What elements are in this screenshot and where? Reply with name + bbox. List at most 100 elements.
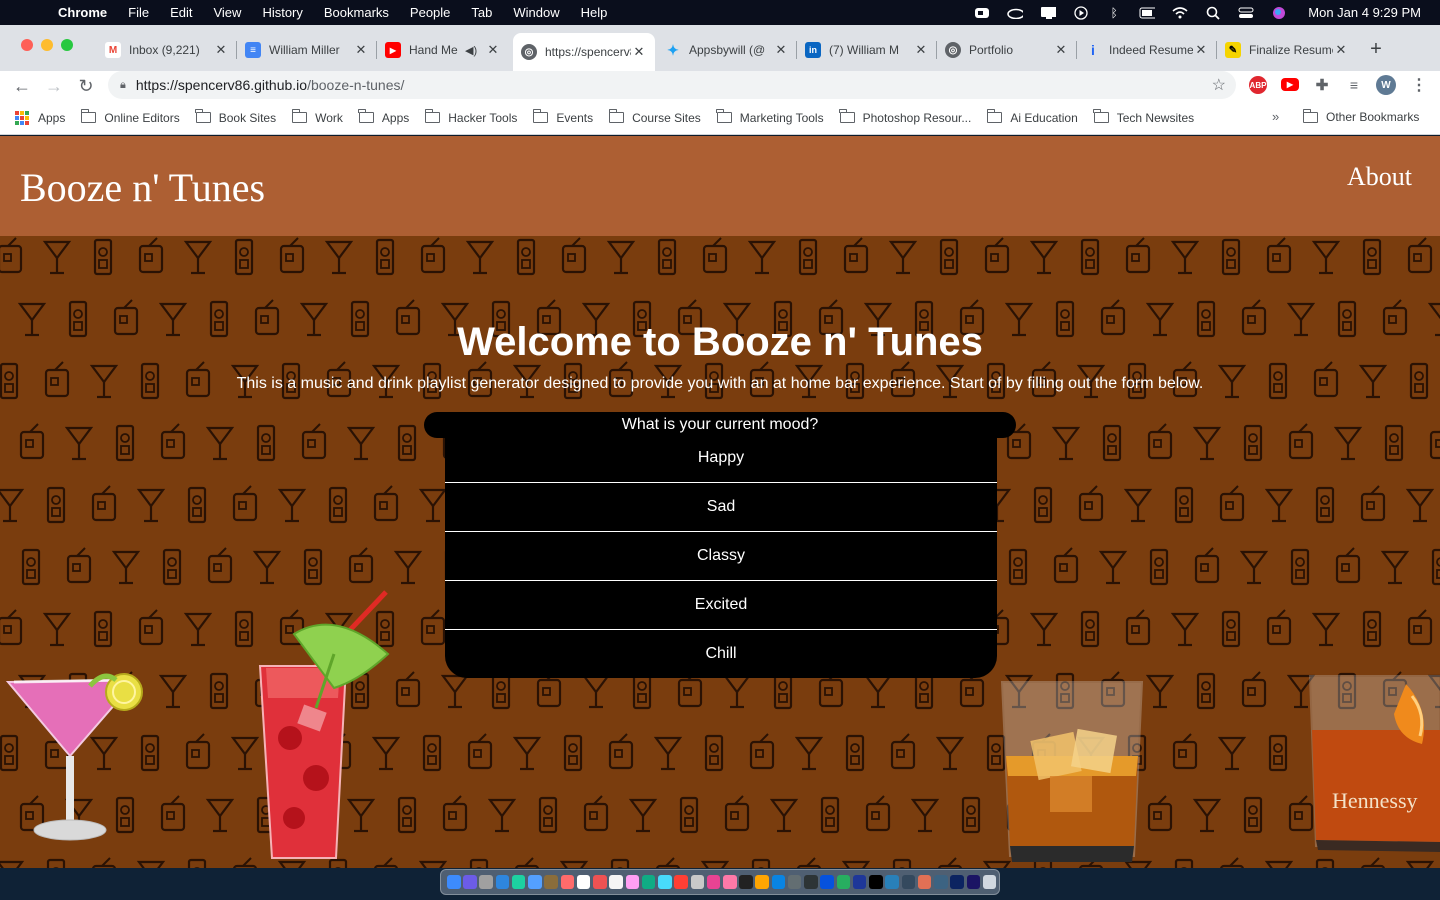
- display-icon[interactable]: [1040, 6, 1057, 20]
- mood-option-chill[interactable]: Chill: [445, 630, 997, 678]
- bookmark-folder-marketing-tools[interactable]: Marketing Tools: [716, 109, 824, 125]
- tab-close-icon[interactable]: ✕: [913, 42, 929, 58]
- dock-app-icon[interactable]: [901, 875, 916, 889]
- dock-app-icon[interactable]: [836, 875, 851, 889]
- dock-app-icon[interactable]: [447, 875, 461, 889]
- bookmark-folder-work[interactable]: Work: [291, 109, 343, 125]
- bookmark-star-icon[interactable]: ☆: [1212, 75, 1226, 95]
- bookmark-folder-apps[interactable]: Apps: [358, 109, 409, 125]
- tab-finalize-resume[interactable]: ✎ Finalize Resume ✕: [1217, 33, 1357, 67]
- bookmark-folder-photoshop-resources[interactable]: Photoshop Resour...: [839, 109, 971, 125]
- nav-about-link[interactable]: About: [1347, 162, 1412, 192]
- menu-view[interactable]: View: [213, 5, 241, 20]
- bookmark-folder-hacker-tools[interactable]: Hacker Tools: [424, 109, 517, 125]
- youtube-extension-icon[interactable]: ▶: [1281, 78, 1299, 91]
- bookmark-folder-tech-newsites[interactable]: Tech Newsites: [1093, 109, 1194, 125]
- profile-avatar[interactable]: W: [1376, 75, 1396, 95]
- tab-youtube[interactable]: ▶ Hand Me ◀) ✕: [377, 33, 517, 67]
- dock-app-icon[interactable]: [463, 875, 477, 889]
- dock-app-icon[interactable]: [593, 875, 607, 889]
- bookmark-folder-ai-education[interactable]: Ai Education: [986, 109, 1078, 125]
- zoom-icon[interactable]: [974, 6, 990, 20]
- minimize-window-button[interactable]: [41, 39, 53, 51]
- tab-close-icon[interactable]: ✕: [1053, 42, 1069, 58]
- menu-window[interactable]: Window: [513, 5, 559, 20]
- dock-app-icon[interactable]: [641, 875, 656, 889]
- bookmark-folder-events[interactable]: Events: [532, 109, 593, 125]
- tab-close-icon[interactable]: ✕: [773, 42, 789, 58]
- siri-icon[interactable]: [1271, 6, 1287, 20]
- dock-app-icon[interactable]: [528, 875, 542, 889]
- dock-app-icon[interactable]: [511, 875, 526, 889]
- adblock-extension-icon[interactable]: ABP: [1249, 76, 1267, 94]
- tab-gmail[interactable]: M Inbox (9,221) ✕: [97, 33, 237, 67]
- dock-app-icon[interactable]: [495, 875, 510, 889]
- menu-bookmarks[interactable]: Bookmarks: [324, 5, 389, 20]
- extensions-puzzle-icon[interactable]: ✚: [1313, 76, 1331, 94]
- reload-icon[interactable]: ↻: [75, 75, 97, 97]
- wifi-icon[interactable]: [1172, 6, 1188, 20]
- mood-option-classy[interactable]: Classy: [445, 532, 997, 580]
- tab-linkedin[interactable]: in (7) William M ✕: [797, 33, 937, 67]
- tab-close-icon[interactable]: ✕: [353, 42, 369, 58]
- dock-app-icon[interactable]: [982, 875, 997, 889]
- address-bar[interactable]: 🔒︎ https://spencerv86.github.io/booze-n-…: [108, 71, 1236, 99]
- dock-app-icon[interactable]: [576, 875, 591, 889]
- bookmark-apps[interactable]: Apps: [15, 110, 65, 125]
- dock-app-icon[interactable]: [966, 875, 981, 889]
- dock-app-icon[interactable]: [674, 875, 688, 889]
- tab-close-icon[interactable]: ✕: [485, 42, 501, 58]
- lock-icon[interactable]: 🔒︎: [120, 79, 126, 92]
- dock-app-icon[interactable]: [885, 875, 899, 889]
- tab-close-icon[interactable]: ✕: [213, 42, 229, 58]
- dock-app-icon[interactable]: [479, 875, 494, 889]
- dock-app-icon[interactable]: [820, 875, 834, 889]
- menu-help[interactable]: Help: [581, 5, 608, 20]
- speaker-icon[interactable]: ◀): [465, 44, 485, 57]
- dock-app-icon[interactable]: [852, 875, 867, 889]
- back-arrow-icon[interactable]: ←: [11, 75, 33, 97]
- dock-app-icon[interactable]: [658, 875, 672, 889]
- bookmark-folder-book-sites[interactable]: Book Sites: [195, 109, 276, 125]
- battery-icon[interactable]: [1139, 6, 1156, 20]
- spotlight-search-icon[interactable]: [1205, 6, 1221, 20]
- tab-close-icon[interactable]: ✕: [631, 44, 647, 60]
- menu-tab[interactable]: Tab: [471, 5, 492, 20]
- bookmark-folder-other[interactable]: Other Bookmarks: [1302, 108, 1419, 124]
- dock-app-icon[interactable]: [934, 875, 948, 889]
- close-window-button[interactable]: [21, 39, 33, 51]
- dock-app-icon[interactable]: [950, 875, 964, 889]
- tab-indeed[interactable]: i Indeed Resume ✕: [1077, 33, 1217, 67]
- mood-option-excited[interactable]: Excited: [445, 581, 997, 629]
- dock-app-icon[interactable]: [739, 875, 753, 889]
- menu-file[interactable]: File: [128, 5, 149, 20]
- menu-people[interactable]: People: [410, 5, 450, 20]
- mood-option-sad[interactable]: Sad: [445, 483, 997, 531]
- menu-edit[interactable]: Edit: [170, 5, 192, 20]
- dock-app-icon[interactable]: [869, 875, 883, 889]
- site-title[interactable]: Booze n' Tunes: [20, 164, 265, 211]
- mood-option-happy[interactable]: Happy: [445, 434, 997, 482]
- new-tab-plus-icon[interactable]: +: [1366, 39, 1386, 59]
- tab-close-icon[interactable]: ✕: [1333, 42, 1349, 58]
- tab-close-icon[interactable]: ✕: [1193, 42, 1209, 58]
- tab-portfolio[interactable]: ◎ Portfolio ✕: [937, 33, 1077, 67]
- bluetooth-icon[interactable]: ᛒ: [1106, 6, 1122, 20]
- bookmark-folder-course-sites[interactable]: Course Sites: [608, 109, 701, 125]
- play-icon[interactable]: [1073, 5, 1089, 20]
- creative-cloud-icon[interactable]: [1007, 6, 1024, 20]
- dock-app-icon[interactable]: [771, 875, 786, 889]
- dock-app-icon[interactable]: [722, 875, 737, 889]
- menubar-clock[interactable]: Mon Jan 4 9:29 PM: [1308, 5, 1421, 20]
- dock-app-icon[interactable]: [609, 875, 623, 889]
- fullscreen-window-button[interactable]: [61, 39, 73, 51]
- tab-booze-n-tunes-active[interactable]: ◎ https://spencerv86.github.io ✕: [513, 33, 655, 71]
- media-queue-icon[interactable]: ≡: [1345, 76, 1363, 94]
- more-bookmarks-chevron-icon[interactable]: »: [1272, 109, 1279, 124]
- dock-app-icon[interactable]: [706, 875, 721, 889]
- tab-twitter[interactable]: ✦ Appsbywill (@ ✕: [657, 33, 797, 67]
- dock-app-icon[interactable]: [560, 875, 575, 889]
- menu-history[interactable]: History: [262, 5, 302, 20]
- dock-app-icon[interactable]: [544, 875, 558, 889]
- dock-app-icon[interactable]: [917, 875, 932, 889]
